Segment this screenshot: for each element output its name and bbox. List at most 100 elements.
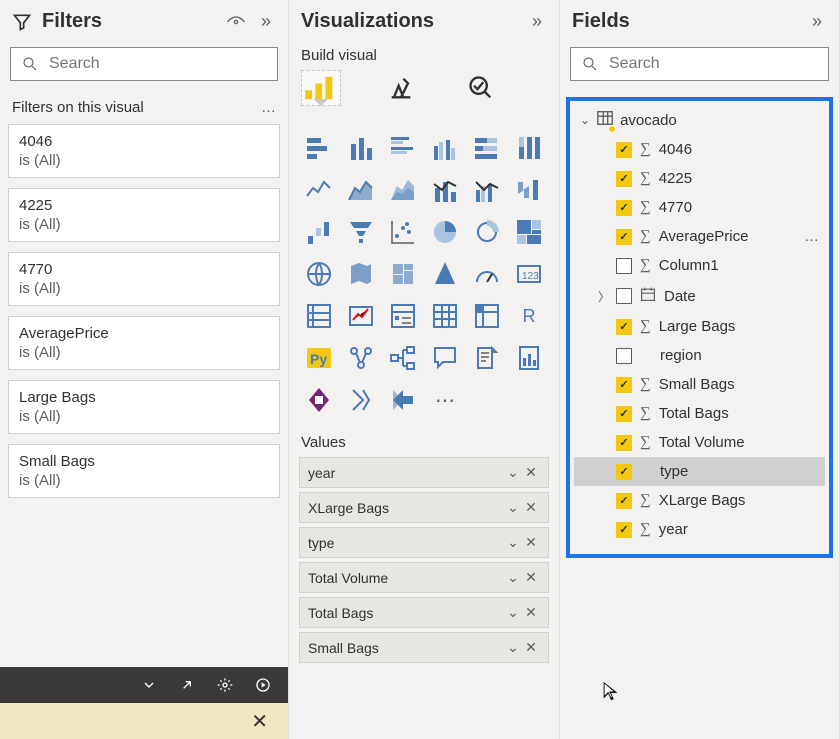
get-more-visuals-icon[interactable]	[385, 382, 421, 418]
chevron-down-icon[interactable]: ⌄	[504, 569, 522, 586]
funnel-icon[interactable]	[343, 214, 379, 250]
treemap-icon[interactable]	[511, 214, 547, 250]
field-row[interactable]: ∑Column1	[574, 251, 825, 280]
multirow-card-icon[interactable]	[301, 298, 337, 334]
close-icon[interactable]: ✕	[251, 709, 268, 734]
key-influencers-icon[interactable]	[343, 340, 379, 376]
chevron-down-icon[interactable]: ⌄	[504, 499, 522, 516]
value-field-row[interactable]: Small Bags⌄✕	[299, 632, 549, 663]
kpi-icon[interactable]	[343, 298, 379, 334]
filter-card[interactable]: Large Bagsis (All)	[8, 380, 280, 434]
chevron-down-icon[interactable]: ⌄	[504, 464, 522, 481]
fields-search-input[interactable]	[607, 54, 818, 74]
filters-search-input[interactable]	[47, 54, 267, 74]
shape-map-icon[interactable]	[385, 256, 421, 292]
stacked-area-icon[interactable]	[385, 172, 421, 208]
field-row[interactable]: ∑XLarge Bags	[574, 486, 825, 515]
chevron-down-icon[interactable]: ⌄	[504, 604, 522, 621]
clustered-bar-icon[interactable]	[385, 130, 421, 166]
chevron-down-icon[interactable]: ⌄	[504, 534, 522, 551]
field-row[interactable]: 〉Date	[574, 280, 825, 312]
line-chart-icon[interactable]	[301, 172, 337, 208]
field-checkbox[interactable]	[616, 288, 632, 304]
field-row[interactable]: ∑4225	[574, 164, 825, 193]
paginated-report-icon[interactable]	[511, 340, 547, 376]
pie-icon[interactable]	[427, 214, 463, 250]
line-stacked-column-icon[interactable]	[427, 172, 463, 208]
filter-card[interactable]: 4046is (All)	[8, 124, 280, 178]
remove-icon[interactable]: ✕	[522, 499, 540, 516]
filter-card[interactable]: Small Bagsis (All)	[8, 444, 280, 498]
remove-icon[interactable]: ✕	[522, 604, 540, 621]
area-chart-icon[interactable]	[343, 172, 379, 208]
stacked-bar-icon[interactable]	[301, 130, 337, 166]
field-checkbox[interactable]	[616, 406, 632, 422]
filter-card[interactable]: 4225is (All)	[8, 188, 280, 242]
collapse-chevron-icon[interactable]: »	[527, 12, 547, 32]
field-row[interactable]: ∑Small Bags	[574, 370, 825, 399]
python-visual-icon[interactable]: Py	[301, 340, 337, 376]
field-row[interactable]: type	[574, 457, 825, 486]
clustered-column-icon[interactable]	[427, 130, 463, 166]
collapse-chevron-icon[interactable]: »	[256, 12, 276, 32]
field-checkbox[interactable]	[616, 171, 632, 187]
line-clustered-column-icon[interactable]	[469, 172, 505, 208]
map-icon[interactable]	[301, 256, 337, 292]
collapse-chevron-icon[interactable]: »	[807, 12, 827, 32]
field-row[interactable]: region	[574, 341, 825, 370]
build-visual-tab[interactable]	[301, 70, 341, 106]
slicer-icon[interactable]	[385, 298, 421, 334]
hundred-stacked-column-icon[interactable]	[511, 130, 547, 166]
analytics-tab[interactable]	[461, 70, 501, 106]
matrix-icon[interactable]	[469, 298, 505, 334]
azure-map-icon[interactable]	[427, 256, 463, 292]
remove-icon[interactable]: ✕	[522, 569, 540, 586]
play-icon[interactable]	[254, 676, 272, 694]
remove-icon[interactable]: ✕	[522, 639, 540, 656]
field-checkbox[interactable]	[616, 258, 632, 274]
card-icon[interactable]: 123	[511, 256, 547, 292]
field-row[interactable]: ∑year	[574, 515, 825, 544]
hundred-stacked-bar-icon[interactable]	[469, 130, 505, 166]
more-options-icon[interactable]: ⋯	[427, 382, 463, 418]
gauge-icon[interactable]	[469, 256, 505, 292]
table-icon[interactable]	[427, 298, 463, 334]
expand-chevron-icon[interactable]: 〉	[598, 288, 608, 305]
filters-search[interactable]	[10, 47, 278, 81]
filter-card[interactable]: 4770is (All)	[8, 252, 280, 306]
field-row[interactable]: ∑AveragePrice…	[574, 222, 825, 251]
field-checkbox[interactable]	[616, 319, 632, 335]
r-visual-icon[interactable]: R	[511, 298, 547, 334]
filter-card[interactable]: AveragePriceis (All)	[8, 316, 280, 370]
value-field-row[interactable]: XLarge Bags⌄✕	[299, 492, 549, 523]
field-checkbox[interactable]	[616, 493, 632, 509]
gear-icon[interactable]	[216, 676, 234, 694]
field-checkbox[interactable]	[616, 435, 632, 451]
field-checkbox[interactable]	[616, 377, 632, 393]
field-row[interactable]: ∑Large Bags	[574, 312, 825, 341]
fields-search[interactable]	[570, 47, 829, 81]
format-visual-tab[interactable]	[381, 70, 421, 106]
power-automate-icon[interactable]	[343, 382, 379, 418]
more-icon[interactable]: …	[261, 99, 276, 116]
donut-icon[interactable]	[469, 214, 505, 250]
field-checkbox[interactable]	[616, 229, 632, 245]
field-checkbox[interactable]	[616, 348, 632, 364]
field-row[interactable]: ∑Total Volume	[574, 428, 825, 457]
value-field-row[interactable]: Total Bags⌄✕	[299, 597, 549, 628]
waterfall-icon[interactable]	[301, 214, 337, 250]
table-header[interactable]: ⌄ avocado	[574, 105, 825, 135]
qa-visual-icon[interactable]	[427, 340, 463, 376]
field-checkbox[interactable]	[616, 464, 632, 480]
power-apps-icon[interactable]	[301, 382, 337, 418]
more-icon[interactable]: …	[804, 228, 819, 245]
remove-icon[interactable]: ✕	[522, 534, 540, 551]
filled-map-icon[interactable]	[343, 256, 379, 292]
field-checkbox[interactable]	[616, 522, 632, 538]
chevron-down-icon[interactable]	[140, 676, 158, 694]
field-row[interactable]: ∑4046	[574, 135, 825, 164]
value-field-row[interactable]: Total Volume⌄✕	[299, 562, 549, 593]
field-checkbox[interactable]	[616, 142, 632, 158]
chevron-down-icon[interactable]: ⌄	[504, 639, 522, 656]
eye-icon[interactable]	[226, 12, 246, 32]
